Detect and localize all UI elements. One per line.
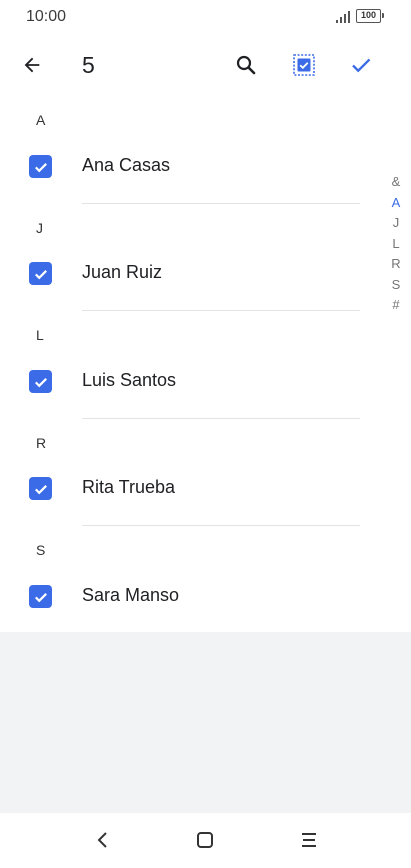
contact-name: Juan Ruiz xyxy=(82,262,163,282)
section-header: A xyxy=(36,112,46,128)
divider xyxy=(82,525,360,526)
index-letter[interactable]: R xyxy=(386,254,406,275)
battery-icon: 100 xyxy=(356,9,384,23)
search-icon xyxy=(236,55,256,75)
nav-back-button[interactable] xyxy=(88,825,118,855)
check-icon xyxy=(34,484,47,494)
section-header: R xyxy=(36,435,47,451)
divider xyxy=(82,418,360,419)
confirm-button[interactable] xyxy=(343,47,379,83)
checkbox-checked[interactable] xyxy=(29,155,52,178)
checkbox-checked[interactable] xyxy=(29,477,52,500)
nav-back-icon xyxy=(97,832,107,848)
checkbox-checked[interactable] xyxy=(29,585,52,608)
nav-menu-button[interactable] xyxy=(294,825,324,855)
nav-home-button[interactable] xyxy=(190,825,220,855)
list-item[interactable]: Juan Ruiz xyxy=(0,243,370,303)
check-icon xyxy=(34,377,47,387)
check-icon xyxy=(34,162,47,172)
index-letter[interactable]: L xyxy=(386,234,406,255)
alphabet-index[interactable]: & A J L R S # xyxy=(386,172,406,316)
search-button[interactable] xyxy=(228,47,264,83)
index-letter-active[interactable]: A xyxy=(386,193,406,214)
index-letter[interactable]: J xyxy=(386,213,406,234)
select-all-button[interactable] xyxy=(286,47,322,83)
section-header: L xyxy=(36,327,44,343)
contact-name: Luis Santos xyxy=(82,370,177,390)
contact-name: Sara Manso xyxy=(82,585,180,605)
list-item[interactable]: Luis Santos xyxy=(0,351,370,411)
list-item[interactable]: Ana Casas xyxy=(0,136,370,196)
check-icon xyxy=(34,269,47,279)
index-letter[interactable]: # xyxy=(386,295,406,316)
nav-home-icon xyxy=(197,832,213,848)
index-letter[interactable]: & xyxy=(386,172,406,193)
status-bar: 10:00 100 xyxy=(0,0,411,34)
select-all-icon xyxy=(293,54,315,76)
arrow-left-icon xyxy=(24,57,40,73)
status-time: 10:00 xyxy=(26,8,67,25)
nav-menu-icon xyxy=(302,833,316,847)
selected-count: 5 xyxy=(82,52,95,78)
section-header: J xyxy=(36,220,43,236)
index-letter[interactable]: S xyxy=(386,275,406,296)
list-item[interactable]: Sara Manso xyxy=(0,566,370,626)
checkbox-checked[interactable] xyxy=(29,370,52,393)
section-header: S xyxy=(36,542,46,558)
back-button[interactable] xyxy=(14,47,50,83)
app-bar: 5 xyxy=(0,38,411,94)
signal-icon xyxy=(336,11,350,23)
divider xyxy=(82,203,360,204)
empty-area xyxy=(0,632,411,813)
navigation-bar xyxy=(0,813,411,868)
contact-name: Rita Trueba xyxy=(82,477,176,497)
divider xyxy=(82,310,360,311)
contact-name: Ana Casas xyxy=(82,155,171,175)
list-item[interactable]: Rita Trueba xyxy=(0,458,370,518)
check-icon xyxy=(34,592,47,602)
check-icon xyxy=(352,58,371,73)
checkbox-checked[interactable] xyxy=(29,262,52,285)
